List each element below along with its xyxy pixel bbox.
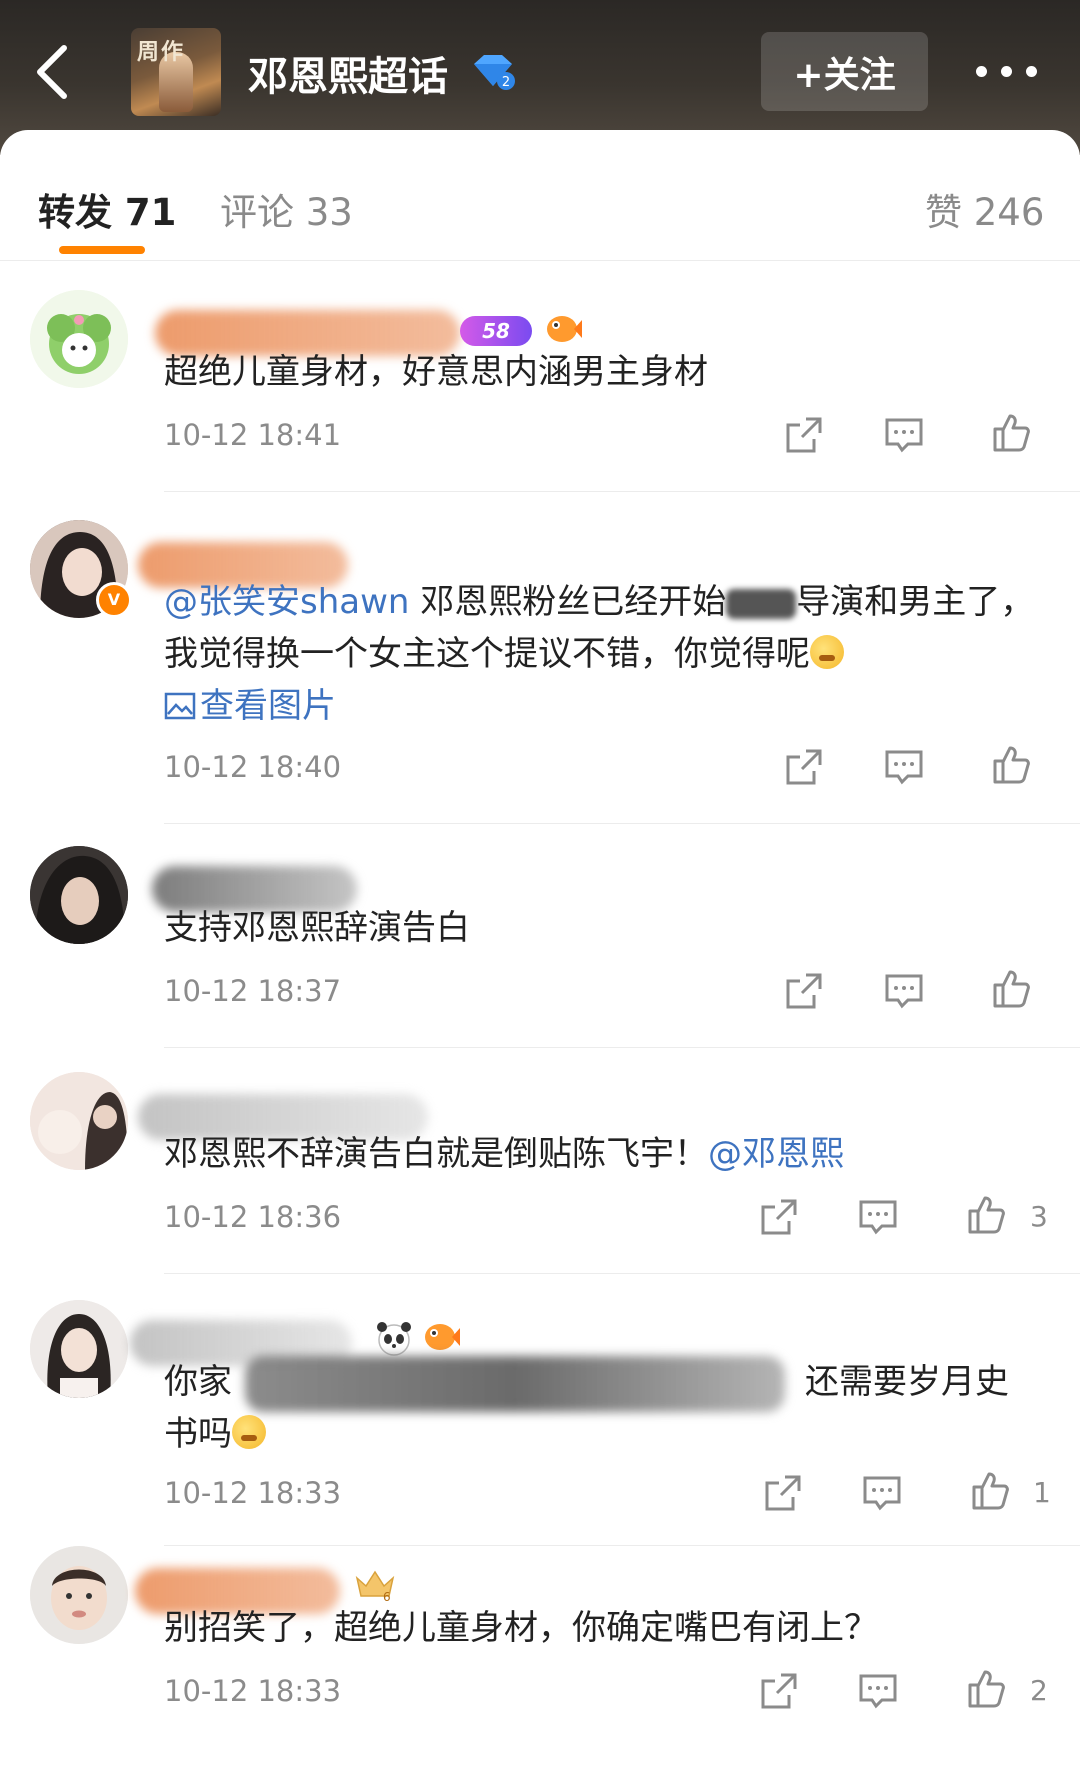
like-icon[interactable] [966,1669,1006,1709]
comment-time: 10-12 18:40 [164,750,342,784]
share-icon[interactable] [759,1197,799,1237]
level-badge: 58 [460,316,532,346]
like-count: 1 [1033,1476,1051,1509]
share-icon[interactable] [759,1671,799,1711]
avatar[interactable] [30,290,128,388]
diamond-level-icon: 2 [474,55,515,90]
share-icon[interactable] [784,415,824,455]
divider [164,823,1080,824]
mention-link[interactable]: @张笑安shawn [164,582,409,622]
comment-text: 支持邓恩熙辞演告白 [164,908,470,948]
comment-text: 超绝儿童身材，好意思内涵男主身材 [164,352,708,392]
like-icon[interactable] [991,969,1031,1009]
tab-bar: 转发 71 评论 33 赞 246 [0,130,1080,261]
list-item: 邓恩熙不辞演告白就是倒贴陈飞宇！@邓恩熙 10-12 18:36 3 [0,1072,1080,1274]
active-tab-indicator [59,246,145,254]
comment-icon[interactable] [884,747,924,787]
comment-time: 10-12 18:33 [164,1476,342,1510]
redacted-text [726,588,797,619]
avatar[interactable] [30,1546,128,1644]
crown-badge-icon: 6 [353,1564,397,1604]
comment-icon[interactable] [858,1671,898,1711]
comment-time: 10-12 18:36 [164,1200,342,1234]
redacted-text [245,1356,785,1412]
comment-icon[interactable] [884,971,924,1011]
comment-text: 邓恩熙不辞演告白就是倒贴陈飞宇！@邓恩熙 [164,1134,844,1174]
divider [164,491,1080,492]
emoji-icon [232,1415,266,1449]
image-icon [164,692,196,720]
mention-link[interactable]: @邓恩熙 [708,1134,844,1174]
topic-cover-image[interactable]: 周作 [131,28,221,116]
tab-comment[interactable]: 评论 33 [220,182,353,236]
tabs-divider [0,260,1080,261]
back-arrow-icon[interactable] [30,42,80,102]
share-icon[interactable] [784,971,824,1011]
comment-time: 10-12 18:41 [164,418,342,452]
svg-text:2: 2 [502,75,510,90]
topic-title[interactable]: 邓恩熙超话 [248,44,448,102]
comment-text-line2: 书吗 [164,1408,1044,1460]
comment-icon[interactable] [884,415,924,455]
verified-badge-icon: V [96,582,132,618]
comment-time: 10-12 18:33 [164,1674,342,1708]
like-count: 2 [1030,1674,1048,1707]
list-item: 6 别招笑了，超绝儿童身材，你确定嘴巴有闭上？ 10-12 18:33 2 [0,1546,1080,1781]
tab-like[interactable]: 赞 246 [925,182,1044,236]
fish-badge-icon [425,1324,460,1350]
like-icon[interactable] [991,413,1031,453]
view-image-link[interactable]: 查看图片 [164,686,336,726]
comment-text: @张笑安shawn 邓恩熙粉丝已经开始 导演和男主了，我觉得换一个女主这个提议不错… [164,582,1035,726]
avatar[interactable] [30,846,128,944]
comment-icon[interactable] [862,1473,902,1513]
repost-panel: 转发 71 评论 33 赞 246 58 超绝儿童身材，好意思内涵男主身材 10… [0,130,1080,1781]
share-icon[interactable] [763,1473,803,1513]
divider [164,1273,1080,1274]
emoji-icon [810,635,844,669]
avatar[interactable] [30,1072,128,1170]
tab-repost[interactable]: 转发 71 [38,182,176,236]
follow-button[interactable]: +关注 [761,32,928,111]
like-icon[interactable] [970,1471,1010,1511]
like-icon[interactable] [966,1195,1006,1235]
list-item: 支持邓恩熙辞演告白 10-12 18:37 [0,846,1080,1048]
avatar[interactable] [30,1300,128,1398]
comment-text-continued: 还需要岁月史 [805,1362,1009,1402]
comment-time: 10-12 18:37 [164,974,342,1008]
like-icon[interactable] [991,745,1031,785]
divider [164,1047,1080,1048]
cover-text: 周作 [137,39,186,65]
like-count: 3 [1030,1200,1048,1233]
comment-icon[interactable] [858,1197,898,1237]
share-icon[interactable] [784,747,824,787]
list-item: 你家 还需要岁月史 书吗 10-12 18:33 1 [0,1300,1080,1550]
list-item: V @张笑安shawn 邓恩熙粉丝已经开始 导演和男主了，我觉得换一个女主这个提议… [0,520,1080,824]
more-options-icon[interactable] [972,52,1042,92]
panda-badge-icon [377,1322,411,1356]
fish-badge-icon [547,316,582,342]
comment-text: 别招笑了，超绝儿童身材，你确定嘴巴有闭上？ [164,1608,878,1648]
